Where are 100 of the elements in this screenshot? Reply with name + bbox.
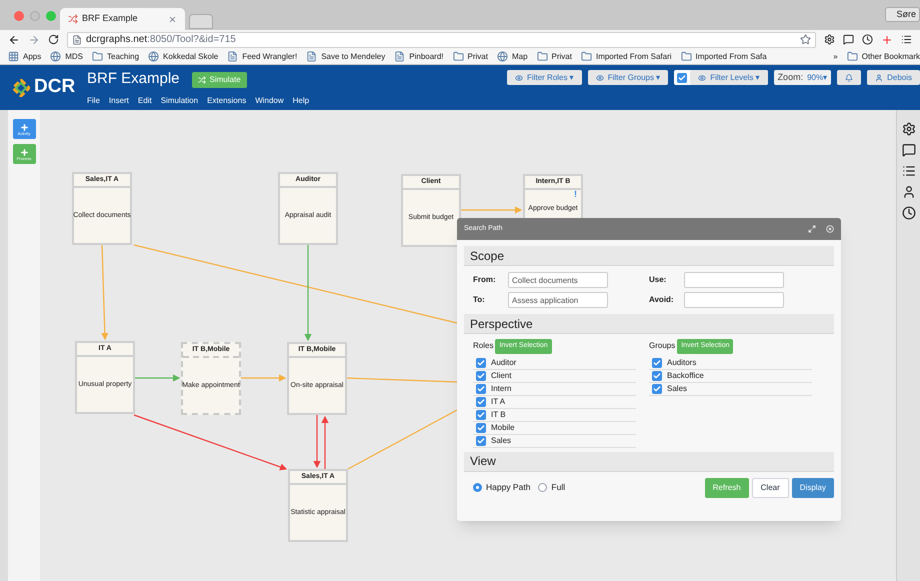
extension-icon[interactable]	[824, 34, 835, 45]
menu-item[interactable]: Window	[255, 94, 284, 107]
bookmark[interactable]: Imported From Safa	[680, 50, 767, 62]
menu-item[interactable]: File	[87, 94, 100, 107]
checkbox-row[interactable]: IT A	[473, 396, 636, 408]
field-label: To:	[473, 294, 486, 306]
eye-icon	[515, 74, 524, 82]
bookmark[interactable]: Teaching	[92, 50, 140, 62]
radio-option[interactable]: Happy Path	[473, 481, 530, 494]
clock-icon[interactable]	[902, 206, 916, 220]
site-icon	[496, 51, 508, 62]
filter-levels-button[interactable]: Filter Levels ▾	[690, 70, 768, 85]
bookmark[interactable]: Save to Mendeley	[306, 50, 386, 62]
bell-icon	[845, 74, 854, 82]
bookmark[interactable]: Pinboard!	[394, 50, 444, 62]
dialog-button[interactable]: Clear	[752, 478, 789, 498]
checkbox-row[interactable]: Sales	[473, 434, 636, 448]
bookmark[interactable]: Kokkedal Skole	[148, 50, 218, 62]
dialog-button[interactable]: Display	[792, 478, 834, 498]
address-bar[interactable]: dcrgraphs.net:8050/Tool?&id=715	[67, 32, 816, 48]
bookmark[interactable]: Other Bookmark	[846, 50, 920, 62]
zoom-dropdown[interactable]: 90%▾	[807, 72, 828, 84]
checkbox[interactable]	[677, 72, 688, 82]
eye-icon	[596, 74, 604, 82]
chat-icon[interactable]	[902, 143, 916, 157]
expand-icon[interactable]	[808, 225, 816, 233]
from-field[interactable]: Collect documents	[508, 272, 608, 288]
bookmark[interactable]: Feed Wrangler!	[227, 50, 298, 62]
back-icon[interactable]	[8, 34, 20, 46]
filter-roles-button[interactable]: Filter Roles ▾	[507, 70, 582, 85]
more-bookmarks[interactable]: »	[833, 50, 838, 62]
checkbox[interactable]	[476, 384, 486, 394]
bookmark-star-icon[interactable]	[800, 34, 811, 45]
checkbox-row[interactable]: Auditors	[649, 356, 812, 370]
browser-tab[interactable]: BRF Example	[60, 8, 185, 30]
radio-button[interactable]	[473, 483, 482, 492]
section-title: View	[470, 453, 496, 470]
extension-icon[interactable]	[843, 34, 854, 45]
field-label: Avoid:	[649, 294, 675, 306]
menu-item[interactable]: Insert	[108, 94, 129, 107]
bookmark[interactable]: Privat	[452, 50, 488, 62]
notifications-button[interactable]	[837, 70, 862, 85]
folder-icon	[92, 51, 104, 62]
checkbox[interactable]	[476, 358, 486, 368]
bookmark[interactable]: Apps	[8, 50, 42, 62]
menu-item[interactable]: Edit	[138, 94, 152, 107]
menu-item[interactable]: Simulation	[160, 94, 198, 107]
close-icon[interactable]	[826, 225, 834, 233]
close-tab-icon[interactable]	[168, 14, 177, 24]
page-icon	[306, 51, 318, 62]
checkbox[interactable]	[476, 422, 486, 432]
checkbox-row[interactable]: Sales	[649, 382, 812, 396]
use-field[interactable]	[684, 272, 784, 288]
extension-icon[interactable]	[862, 34, 873, 45]
new-tab-button[interactable]	[189, 14, 213, 29]
bookmark[interactable]: Privat	[536, 50, 572, 62]
menu-item[interactable]: Extensions	[207, 94, 246, 107]
checkbox[interactable]	[476, 396, 486, 406]
checkbox-row[interactable]: Client	[473, 370, 636, 382]
checkbox[interactable]	[476, 370, 486, 380]
page-icon	[227, 51, 238, 62]
profile-button[interactable]: Søre	[885, 6, 920, 22]
list-label: Roles	[473, 340, 494, 352]
checkbox-row[interactable]: Backoffice	[649, 370, 812, 382]
settings-icon[interactable]	[902, 122, 916, 136]
checkbox[interactable]	[652, 358, 662, 368]
checkbox-row[interactable]: IT B	[473, 408, 636, 422]
logo-text: DCR	[34, 75, 76, 100]
bookmark[interactable]: Map	[496, 50, 528, 62]
user-icon	[875, 74, 884, 82]
checkbox[interactable]	[476, 410, 486, 420]
checkbox-row[interactable]: Mobile	[473, 422, 636, 434]
apps-icon	[8, 51, 19, 62]
checkbox-row[interactable]: Intern	[473, 382, 636, 396]
site-icon	[148, 51, 160, 62]
checkbox-row[interactable]: Auditor	[473, 356, 636, 370]
folder-icon	[846, 51, 858, 62]
menu-icon[interactable]	[901, 34, 912, 45]
bookmark[interactable]: MDS	[50, 50, 84, 62]
app-title: BRF Example	[87, 69, 180, 90]
bookmark[interactable]: Imported From Safari	[580, 50, 672, 62]
list-icon[interactable]	[902, 164, 916, 178]
eye-icon	[698, 74, 706, 82]
user-button[interactable]: Debois	[867, 70, 920, 85]
checkbox[interactable]	[476, 436, 486, 446]
to-field[interactable]: Assess application	[508, 292, 608, 308]
radio-option[interactable]: Full	[538, 481, 566, 494]
forward-icon[interactable]	[28, 34, 40, 46]
radio-button[interactable]	[538, 483, 548, 492]
checkbox[interactable]	[652, 384, 662, 394]
zoom-label: Zoom:	[778, 70, 804, 84]
filter-groups-button[interactable]: Filter Groups ▾	[588, 70, 668, 85]
menu-item[interactable]: Help	[292, 94, 310, 107]
close-window-icon[interactable]	[14, 11, 24, 21]
avoid-field[interactable]	[684, 292, 784, 308]
user-icon[interactable]	[902, 185, 916, 199]
site-icon	[68, 14, 78, 24]
reload-icon[interactable]	[48, 34, 59, 45]
checkbox[interactable]	[652, 370, 662, 380]
folder-icon	[580, 51, 592, 62]
